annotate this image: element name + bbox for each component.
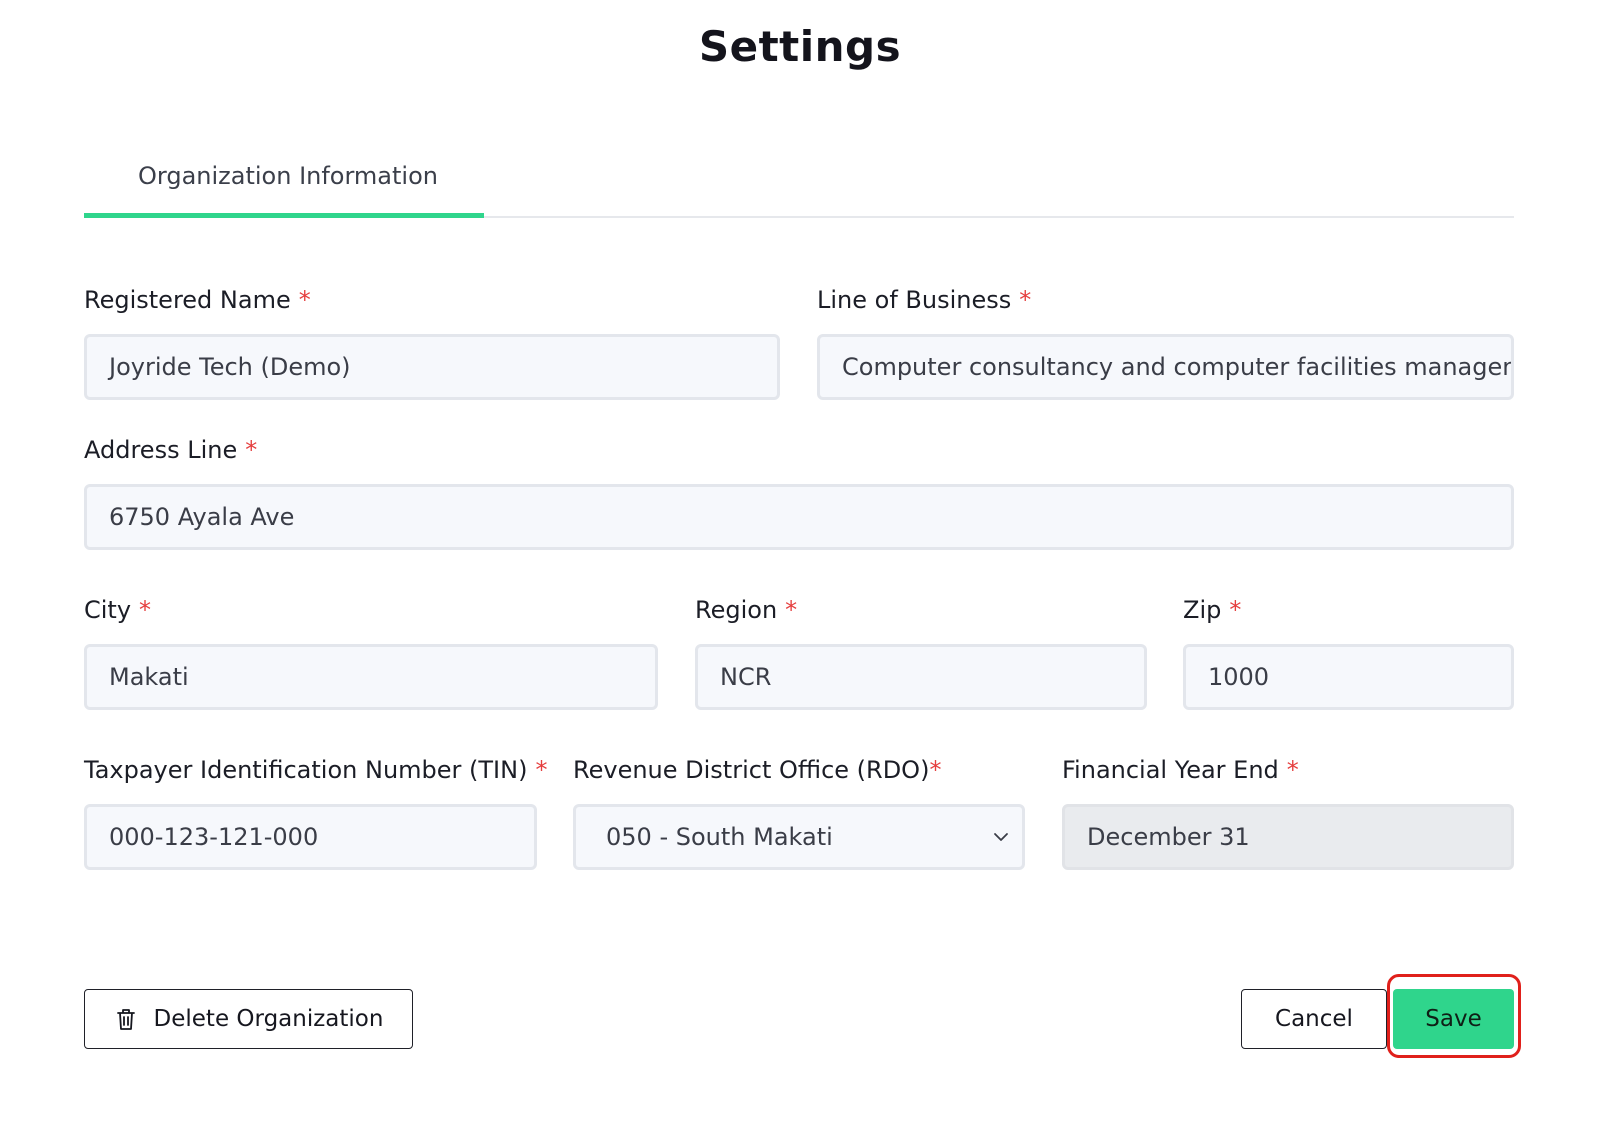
region-label: Region * xyxy=(695,596,798,624)
address-line-input[interactable]: 6750 Ayala Ave xyxy=(84,484,1514,550)
required-marker: * xyxy=(785,596,798,624)
required-marker: * xyxy=(1229,596,1242,624)
save-button[interactable]: Save xyxy=(1393,989,1514,1049)
financial-year-end-input: December 31 xyxy=(1062,804,1514,870)
registered-name-input[interactable]: Joyride Tech (Demo) xyxy=(84,334,780,400)
address-line-label: Address Line * xyxy=(84,436,258,464)
registered-name-label: Registered Name * xyxy=(84,286,311,314)
tin-input[interactable]: 000-123-121-000 xyxy=(84,804,537,870)
settings-page: Settings Organization Information Regist… xyxy=(0,0,1600,1122)
required-marker: * xyxy=(139,596,152,624)
financial-year-end-label: Financial Year End * xyxy=(1062,756,1299,784)
required-marker: * xyxy=(1286,756,1299,784)
required-marker: * xyxy=(245,436,258,464)
required-marker: * xyxy=(535,756,548,784)
zip-input[interactable]: 1000 xyxy=(1183,644,1514,710)
city-label: City * xyxy=(84,596,152,624)
region-input[interactable]: NCR xyxy=(695,644,1147,710)
cancel-button[interactable]: Cancel xyxy=(1241,989,1387,1049)
required-marker: * xyxy=(1019,286,1032,314)
zip-label: Zip * xyxy=(1183,596,1242,624)
tab-organization-information[interactable]: Organization Information xyxy=(84,150,484,218)
chevron-down-icon xyxy=(994,833,1008,841)
delete-organization-button[interactable]: Delete Organization xyxy=(84,989,413,1049)
city-input[interactable]: Makati xyxy=(84,644,658,710)
line-of-business-input[interactable]: Computer consultancy and computer facili… xyxy=(817,334,1514,400)
rdo-select[interactable]: 050 - South Makati xyxy=(573,804,1025,870)
rdo-label: Revenue District Office (RDO)* xyxy=(573,756,942,784)
line-of-business-label: Line of Business * xyxy=(817,286,1032,314)
tab-bar: Organization Information xyxy=(84,150,1514,218)
tin-label: Taxpayer Identification Number (TIN) * xyxy=(84,756,548,784)
required-marker: * xyxy=(298,286,311,314)
required-marker: * xyxy=(929,756,942,784)
page-title: Settings xyxy=(698,22,902,71)
trash-icon xyxy=(116,1009,135,1030)
